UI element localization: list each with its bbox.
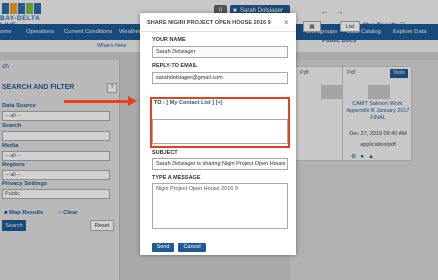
annotation-arrow-head xyxy=(128,96,137,106)
cancel-button[interactable]: Cancel xyxy=(178,243,206,252)
send-button[interactable]: Send xyxy=(152,243,174,252)
annotation-arrow xyxy=(64,100,130,103)
to-text: TO : xyxy=(154,100,165,106)
message-textarea[interactable]: Nigiri Project Open House 2016 9 xyxy=(152,183,288,229)
close-icon[interactable]: × xyxy=(284,18,289,27)
reply-to-input[interactable]: sarahdolsiager@gmail.com xyxy=(152,72,288,84)
your-name-label: YOUR NAME xyxy=(152,37,186,43)
subject-label: SUBJECT xyxy=(152,150,178,156)
add-recipient-link[interactable]: [+] xyxy=(216,100,223,106)
contact-list-link[interactable]: [ My Contact List ] xyxy=(166,100,214,106)
dialog-divider xyxy=(140,31,296,32)
your-name-input[interactable]: Sarah Dolsiager xyxy=(152,46,288,58)
to-label: TO : [ My Contact List ] [+] xyxy=(154,100,223,106)
subject-input[interactable]: Sarah Dolsiager is sharing Nigiri Projec… xyxy=(152,158,288,170)
dialog-title: SHARE NIGIRI PROJECT OPEN HOUSE 2016 9 xyxy=(147,20,271,26)
to-recipients-textarea[interactable] xyxy=(152,119,288,144)
reply-to-label: REPLY-TO EMAIL xyxy=(152,63,198,69)
share-dialog: SHARE NIGIRI PROJECT OPEN HOUSE 2016 9 ×… xyxy=(140,13,296,255)
message-label: TYPE A MESSAGE xyxy=(152,175,201,181)
